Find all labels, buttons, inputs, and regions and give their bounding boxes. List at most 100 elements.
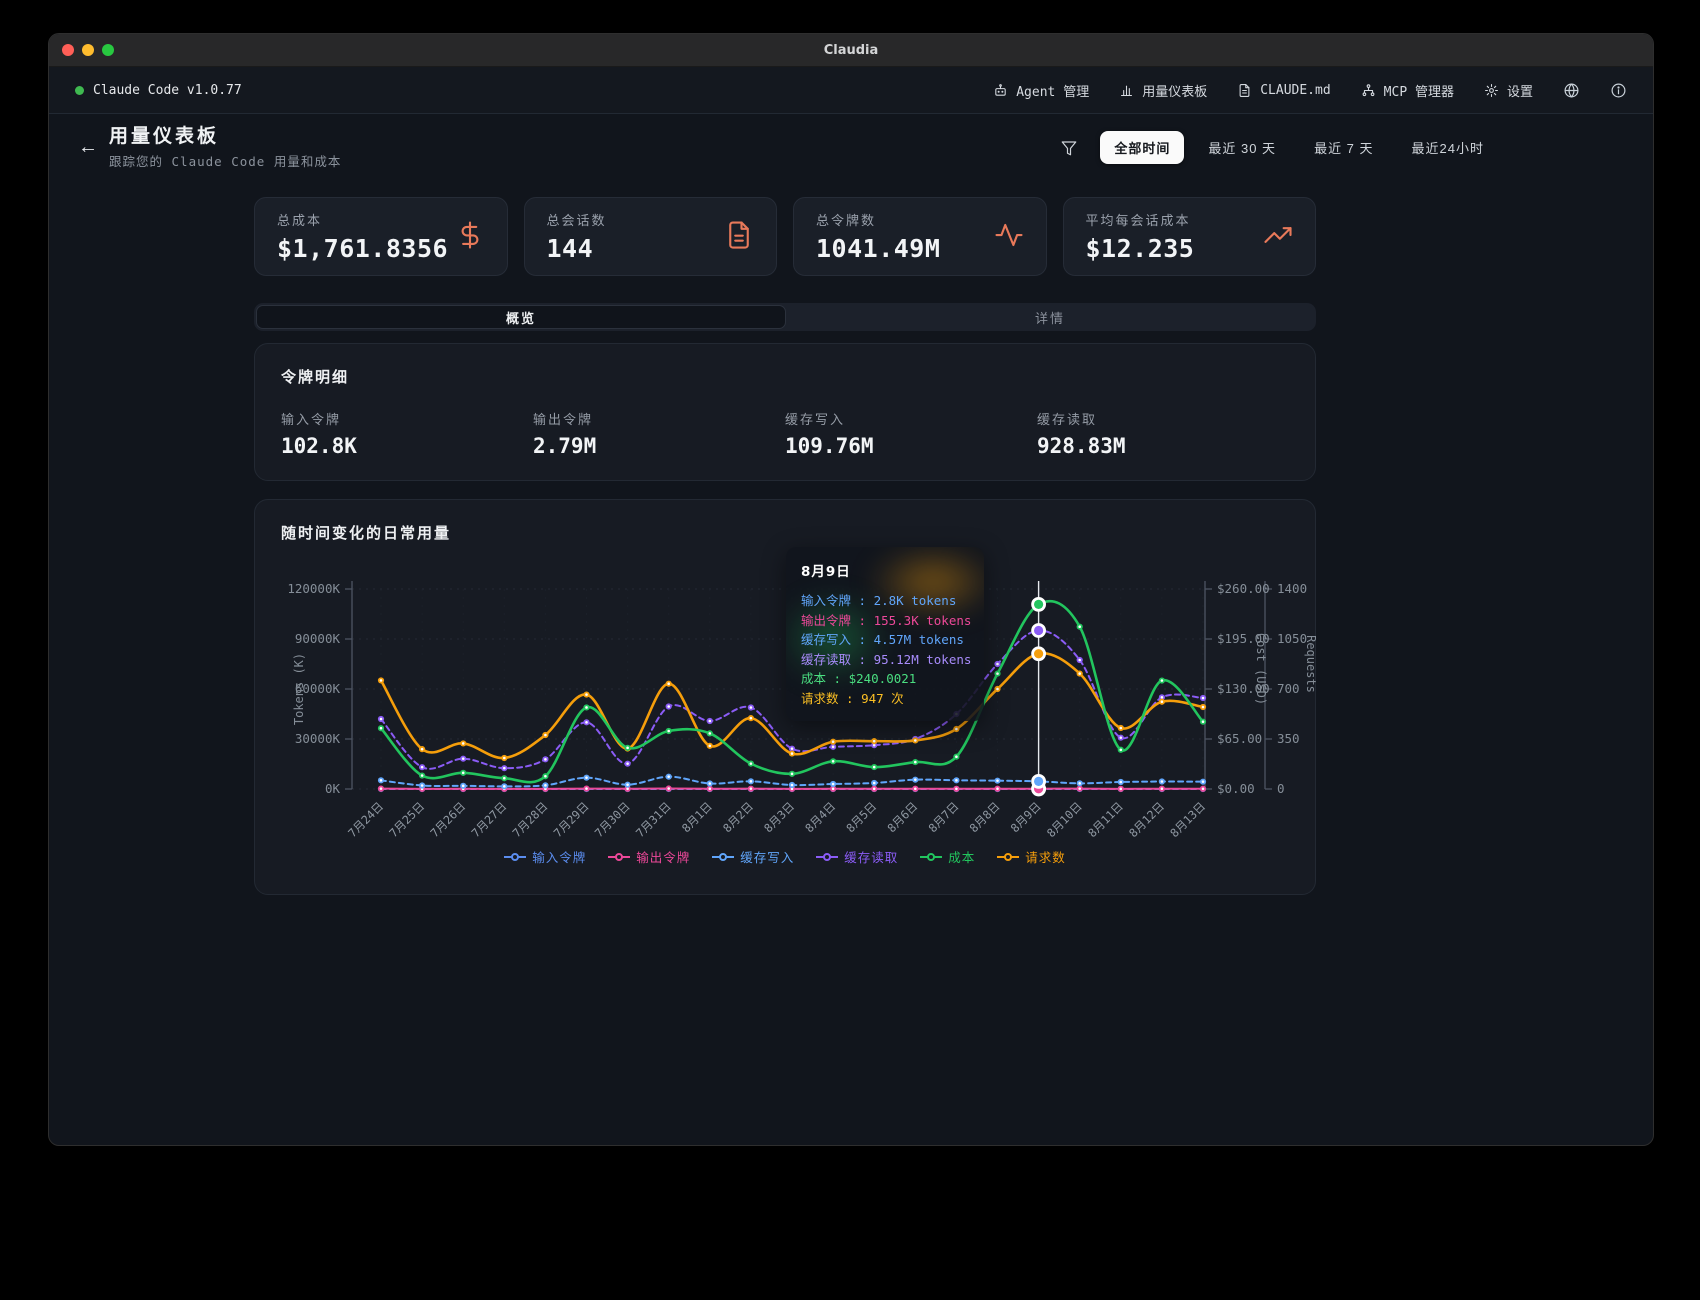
usage-chart-panel: 随时间变化的日常用量 0K30000K60000K90000K120000K$0… xyxy=(254,499,1316,895)
legend-marker-icon xyxy=(997,852,1019,862)
menu-item-label: MCP 管理器 xyxy=(1384,81,1454,100)
svg-text:8月1日: 8月1日 xyxy=(679,799,715,835)
page-header: ← 用量仪表板 跟踪您的 Claude Code 用量和成本 全部时间最近 30… xyxy=(49,114,1653,181)
highlight-dot-cost xyxy=(1031,597,1046,612)
legend-marker-icon xyxy=(816,852,838,862)
tooltip-row: 成本 : $240.0021 xyxy=(801,669,969,689)
legend-item-output-tokens[interactable]: 输出令牌 xyxy=(608,847,690,866)
highlight-dot-cache-write xyxy=(1031,774,1046,789)
legend-marker-icon xyxy=(608,852,630,862)
stat-label: 总会话数 xyxy=(547,210,607,229)
minimize-button[interactable] xyxy=(82,44,94,56)
stat-text: 总令牌数1041.49M xyxy=(816,210,940,263)
stat-value: $1,761.8356 xyxy=(277,234,448,263)
refresh-button[interactable] xyxy=(1024,139,1042,157)
filter-button[interactable] xyxy=(1060,139,1078,157)
tooltip-rows: 输入令牌 : 2.8K tokens输出令牌 : 155.3K tokens 缓存… xyxy=(801,591,969,708)
menu-item-mcp-manager[interactable]: MCP 管理器 xyxy=(1361,81,1454,100)
app-status: Claude Code v1.0.77 xyxy=(75,83,242,98)
svg-text:8月13日: 8月13日 xyxy=(1167,799,1208,837)
svg-text:$0.00: $0.00 xyxy=(1217,781,1255,796)
svg-text:7月26日: 7月26日 xyxy=(427,799,468,837)
tooltip-row: 输出令牌 : 155.3K tokens xyxy=(801,611,969,631)
menu-item-label: CLAUDE.md xyxy=(1260,83,1330,98)
svg-text:7月31日: 7月31日 xyxy=(633,799,674,837)
time-filter-最近 7 天[interactable]: 最近 7 天 xyxy=(1300,131,1387,164)
tooltip-row: 缓存读取 : 95.12M tokens xyxy=(801,650,969,670)
stat-label: 平均每会话成本 xyxy=(1086,210,1195,229)
legend-marker-icon xyxy=(504,852,526,862)
back-button[interactable]: ← xyxy=(78,136,108,159)
token-label: 输出令牌 xyxy=(533,409,785,428)
svg-text:8月9日: 8月9日 xyxy=(1008,799,1044,835)
svg-text:$260.00: $260.00 xyxy=(1217,581,1270,596)
stat-text: 总会话数144 xyxy=(547,210,607,263)
info-icon xyxy=(1610,82,1627,99)
stat-text: 总成本 $1,761.8356 xyxy=(277,210,448,263)
gear-icon xyxy=(1484,83,1499,98)
time-filter-最近24小时[interactable]: 最近24小时 xyxy=(1398,131,1498,164)
bar-chart-icon xyxy=(1119,83,1134,98)
svg-text:Tokens (K): Tokens (K) xyxy=(292,653,306,725)
status-dot-icon xyxy=(75,86,84,95)
menubar: Claude Code v1.0.77 Agent 管理 用量仪表板 CLAUDE.… xyxy=(49,67,1653,114)
window-title: Claudia xyxy=(824,43,879,58)
menu-item-settings[interactable]: 设置 xyxy=(1484,81,1533,100)
token-value: 109.76M xyxy=(785,434,1037,458)
svg-text:Cost (USD): Cost (USD) xyxy=(1254,633,1268,705)
traffic-lights xyxy=(62,34,114,66)
chart-tooltip: 8月9日 输入令牌 : 2.8K tokens输出令牌 : 155.3K tok… xyxy=(786,547,984,721)
time-filter-最近 30 天[interactable]: 最近 30 天 xyxy=(1194,131,1290,164)
svg-text:8月3日: 8月3日 xyxy=(761,799,797,835)
stat-value: $12.235 xyxy=(1086,234,1195,263)
menu-item-label: Agent 管理 xyxy=(1016,81,1089,100)
app-version-label: Claude Code v1.0.77 xyxy=(93,83,242,98)
legend-item-input-tokens[interactable]: 输入令牌 xyxy=(504,847,586,866)
token-value: 928.83M xyxy=(1037,434,1289,458)
chart-legend: 输入令牌 输出令牌 缓存写入 缓存读取 成本 请求数 xyxy=(281,847,1289,866)
language-button[interactable] xyxy=(1563,82,1580,99)
legend-item-requests[interactable]: 请求数 xyxy=(997,847,1066,866)
info-button[interactable] xyxy=(1610,82,1627,99)
svg-text:8月12日: 8月12日 xyxy=(1126,799,1167,837)
menu-item-claude-md[interactable]: CLAUDE.md xyxy=(1237,83,1330,98)
network-icon xyxy=(1361,83,1376,98)
highlight-dot-cache-read xyxy=(1031,623,1046,638)
token-value: 2.79M xyxy=(533,434,785,458)
token-breakdown-grid: 输入令牌102.8K输出令牌2.79M缓存写入109.76M缓存读取928.83… xyxy=(281,409,1289,458)
svg-text:8月2日: 8月2日 xyxy=(720,799,756,835)
menu-item-label: 用量仪表板 xyxy=(1142,81,1207,100)
tooltip-date: 8月9日 xyxy=(801,560,969,580)
tab-概览[interactable]: 概览 xyxy=(256,305,786,329)
svg-text:350: 350 xyxy=(1277,731,1300,746)
stat-card: 总成本 $1,761.8356 xyxy=(254,197,508,276)
menu-item-agent-manager[interactable]: Agent 管理 xyxy=(993,81,1089,100)
top-menu: Agent 管理 用量仪表板 CLAUDE.md MCP 管理器 设置 xyxy=(993,81,1627,100)
svg-text:8月5日: 8月5日 xyxy=(843,799,879,835)
token-label: 输入令牌 xyxy=(281,409,533,428)
file-text-icon xyxy=(724,220,754,250)
globe-icon xyxy=(1563,82,1580,99)
activity-icon xyxy=(994,220,1024,250)
svg-text:$65.00: $65.00 xyxy=(1217,731,1262,746)
stat-label: 总成本 xyxy=(277,210,448,229)
tooltip-row: 输入令牌 : 2.8K tokens xyxy=(801,591,969,611)
legend-item-cost[interactable]: 成本 xyxy=(920,847,975,866)
svg-text:8月11日: 8月11日 xyxy=(1085,799,1126,837)
close-button[interactable] xyxy=(62,44,74,56)
menu-item-usage-dashboard[interactable]: 用量仪表板 xyxy=(1119,81,1207,100)
tab-详情[interactable]: 详情 xyxy=(786,305,1314,329)
filter-icon xyxy=(1060,139,1078,157)
zoom-button[interactable] xyxy=(102,44,114,56)
time-filter-all-time-active[interactable]: 全部时间 xyxy=(1100,131,1184,164)
svg-text:8月10日: 8月10日 xyxy=(1044,799,1085,837)
svg-text:7月30日: 7月30日 xyxy=(592,799,633,837)
legend-item-cache-read[interactable]: 缓存读取 xyxy=(816,847,898,866)
svg-text:30000K: 30000K xyxy=(295,731,341,746)
svg-text:7月25日: 7月25日 xyxy=(386,799,427,837)
legend-label: 输出令牌 xyxy=(636,847,690,866)
svg-text:8月7日: 8月7日 xyxy=(926,799,962,835)
legend-item-cache-write[interactable]: 缓存写入 xyxy=(712,847,794,866)
token-breakdown-item: 输出令牌 2.79M xyxy=(533,409,785,458)
trending-up-icon xyxy=(1263,220,1293,250)
